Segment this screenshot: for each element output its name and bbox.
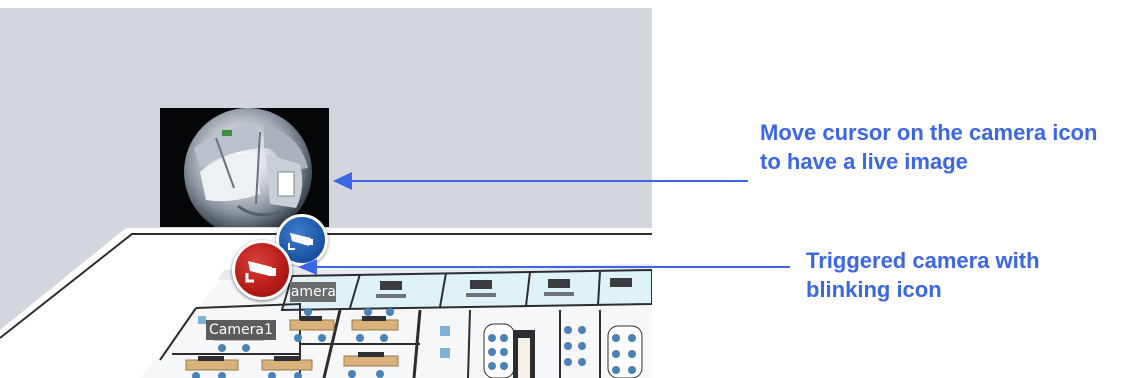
camera1-triggered-icon[interactable]: [232, 240, 292, 300]
live-image-preview: [160, 108, 329, 227]
camera2-label: Camera2: [290, 282, 336, 302]
floor-map-3d-view[interactable]: Camera2 Camera1: [0, 8, 652, 378]
fisheye-live-image: [160, 108, 329, 227]
trigger-tip-callout: Triggered camera with blinking icon: [806, 248, 1040, 302]
camera1-label: Camera1: [206, 320, 276, 340]
camera-icon: [245, 261, 276, 283]
camera-icon: [288, 233, 313, 250]
screenshot-stage: Camera2 Camera1 Move cursor on the camer…: [0, 0, 1129, 378]
room-row-top: [280, 268, 652, 312]
hover-tip-callout: Move cursor on the camera icon to have a…: [760, 120, 1098, 174]
